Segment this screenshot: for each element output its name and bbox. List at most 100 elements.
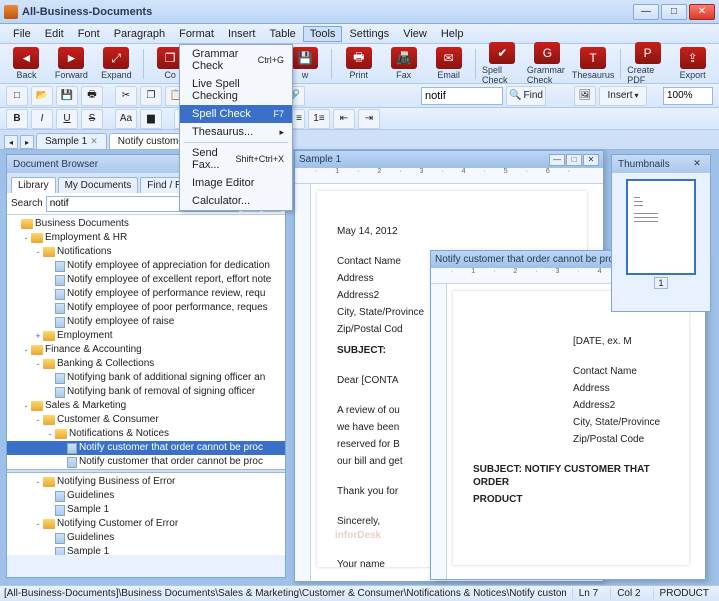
mdi-close-button[interactable]: ✕ — [583, 154, 599, 166]
menu-item-thesaurus-[interactable]: Thesaurus... — [180, 123, 292, 141]
highlight-button[interactable]: ▆ — [140, 109, 162, 129]
insert-button[interactable]: Insert▾ — [599, 86, 647, 106]
email-button[interactable]: ✉Email — [428, 47, 469, 80]
mdi-min-button[interactable]: — — [549, 154, 565, 166]
menu-help[interactable]: Help — [434, 26, 471, 42]
strike-button[interactable]: S — [81, 109, 103, 129]
cut-icon[interactable]: ✂ — [115, 86, 137, 106]
tree-doc-item[interactable]: Guidelines — [7, 531, 285, 545]
menu-item-send-fax-[interactable]: Send Fax...Shift+Ctrl+X — [180, 144, 292, 174]
back-button[interactable]: ◄Back — [6, 47, 47, 80]
expand-icon[interactable]: - — [21, 399, 31, 413]
menu-table[interactable]: Table — [262, 26, 302, 42]
menu-tools[interactable]: Tools — [303, 26, 343, 42]
tree-doc-item[interactable]: Notify employee of appreciation for dedi… — [7, 259, 285, 273]
menu-item-calculator-[interactable]: Calculator... — [180, 192, 292, 210]
thumbnail-page[interactable]: ▬▬▬▬▬▬▬▬▬▬▬▬▬▬▬▬▬▬▬▬▬▬▬▬▬▬▬▬▬▬▬▬ — [626, 179, 696, 275]
menu-insert[interactable]: Insert — [221, 26, 263, 42]
tree-doc-item[interactable]: Notify employee of performance review, r… — [7, 287, 285, 301]
expand-icon[interactable]: - — [33, 413, 43, 427]
copy-icon[interactable]: ❐ — [140, 86, 162, 106]
tree-folder-item[interactable]: -Notifications — [7, 245, 285, 259]
outdent-button[interactable]: ⇤ — [333, 109, 355, 129]
open-icon[interactable]: 📂 — [31, 86, 53, 106]
forward-button[interactable]: ►Forward — [51, 47, 92, 80]
tree-folder-item[interactable]: -Customer & Consumer — [7, 413, 285, 427]
menu-item-image-editor[interactable]: Image Editor — [180, 174, 292, 192]
expand-icon[interactable]: + — [33, 329, 43, 343]
tab-prev-button[interactable]: ◂ — [4, 135, 18, 149]
maximize-button[interactable]: □ — [661, 4, 687, 20]
image-icon[interactable]: 🖼 — [574, 86, 596, 106]
document-tree[interactable]: Business Documents-Employment & HR-Notif… — [7, 215, 285, 469]
menu-file[interactable]: File — [6, 26, 38, 42]
zoom-input[interactable] — [663, 87, 713, 105]
menu-edit[interactable]: Edit — [38, 26, 71, 42]
tree-folder-item[interactable]: -Notifying Business of Error — [7, 475, 285, 489]
tree-doc-item[interactable]: Guidelines — [7, 489, 285, 503]
menu-view[interactable]: View — [396, 26, 434, 42]
grammarcheck-button[interactable]: GGrammar Check — [527, 42, 568, 85]
tab-close-icon[interactable]: ✕ — [90, 136, 98, 147]
tree-doc-item[interactable]: Notify employee of poor performance, req… — [7, 301, 285, 315]
menu-format[interactable]: Format — [172, 26, 221, 42]
menu-item-spell-check[interactable]: Spell CheckF7 — [180, 105, 292, 123]
tree-doc-item[interactable]: Sample 1 — [7, 545, 285, 555]
print-button[interactable]: 🖶Print — [338, 47, 379, 80]
tree-doc-item[interactable]: Notify customer that order cannot be pro… — [7, 455, 285, 469]
close-button[interactable]: ✕ — [689, 4, 715, 20]
tree-folder-item[interactable]: -Notifying Customer of Error — [7, 517, 285, 531]
mdi-max-button[interactable]: □ — [566, 154, 582, 166]
tree-folder-item[interactable]: -Employment & HR — [7, 231, 285, 245]
expand-icon[interactable]: - — [33, 475, 43, 489]
tab-next-button[interactable]: ▸ — [20, 135, 34, 149]
tree-doc-item[interactable]: Notifying bank of removal of signing off… — [7, 385, 285, 399]
find-button[interactable]: 🔍Find — [506, 86, 546, 106]
expand-icon[interactable]: - — [21, 343, 31, 357]
tree-doc-item[interactable]: Notify customer that order cannot be pro… — [7, 441, 285, 455]
menu-paragraph[interactable]: Paragraph — [107, 26, 172, 42]
menu-font[interactable]: Font — [71, 26, 107, 42]
expand-button[interactable]: ⤢Expand — [96, 47, 137, 80]
createpdf-button[interactable]: PCreate PDF — [627, 42, 668, 85]
tree-folder-item[interactable]: Business Documents — [7, 217, 285, 231]
mdi-title-sample1[interactable]: Sample 1 — □ ✕ — [295, 151, 603, 168]
tree-doc-item[interactable]: Notify employee of raise — [7, 315, 285, 329]
tree-doc-item[interactable]: Notifying bank of additional signing off… — [7, 371, 285, 385]
find-input[interactable] — [421, 87, 503, 105]
print-icon[interactable]: 🖶 — [81, 86, 103, 106]
spellcheck-button[interactable]: ✔Spell Check — [482, 42, 523, 85]
expand-icon[interactable]: - — [45, 427, 55, 441]
browser-tab-my-documents[interactable]: My Documents — [58, 177, 139, 193]
minimize-button[interactable]: — — [633, 4, 659, 20]
tree-doc-item[interactable]: Notify employee of excellent report, eff… — [7, 273, 285, 287]
italic-button[interactable]: I — [31, 109, 53, 129]
menu-item-live-spell-checking[interactable]: Live Spell Checking — [180, 75, 292, 105]
tree-folder-item[interactable]: -Finance & Accounting — [7, 343, 285, 357]
thesaurus-button[interactable]: TThesaurus — [572, 47, 615, 80]
panel-close-button[interactable]: ✕ — [690, 158, 704, 170]
save-icon[interactable]: 💾 — [56, 86, 78, 106]
tree-folder-item[interactable]: -Notifications & Notices — [7, 427, 285, 441]
expand-icon[interactable]: - — [33, 245, 43, 259]
page-content-notify[interactable]: [DATE, ex. M Contact Name Address Addres… — [453, 291, 689, 565]
tree-folder-item[interactable]: +Employment — [7, 329, 285, 343]
case-button[interactable]: Aa — [115, 109, 137, 129]
expand-icon[interactable]: - — [21, 231, 31, 245]
tree-doc-item[interactable]: Sample 1 — [7, 503, 285, 517]
numbering-button[interactable]: 1≡ — [308, 109, 330, 129]
fax-button[interactable]: 📠Fax — [383, 47, 424, 80]
document-tree-lower[interactable]: -Notifying Business of ErrorGuidelinesSa… — [7, 473, 285, 555]
menu-settings[interactable]: Settings — [342, 26, 396, 42]
menu-item-grammar-check[interactable]: Grammar CheckCtrl+G — [180, 45, 292, 75]
tree-folder-item[interactable]: -Banking & Collections — [7, 357, 285, 371]
export-button[interactable]: ⇪Export — [672, 47, 713, 80]
expand-icon[interactable]: - — [33, 357, 43, 371]
indent-button[interactable]: ⇥ — [358, 109, 380, 129]
tree-folder-item[interactable]: -Sales & Marketing — [7, 399, 285, 413]
underline-button[interactable]: U — [56, 109, 78, 129]
doc-tab[interactable]: Sample 1✕ — [36, 133, 107, 149]
bold-button[interactable]: B — [6, 109, 28, 129]
new-icon[interactable]: □ — [6, 86, 28, 106]
expand-icon[interactable]: - — [33, 517, 43, 531]
